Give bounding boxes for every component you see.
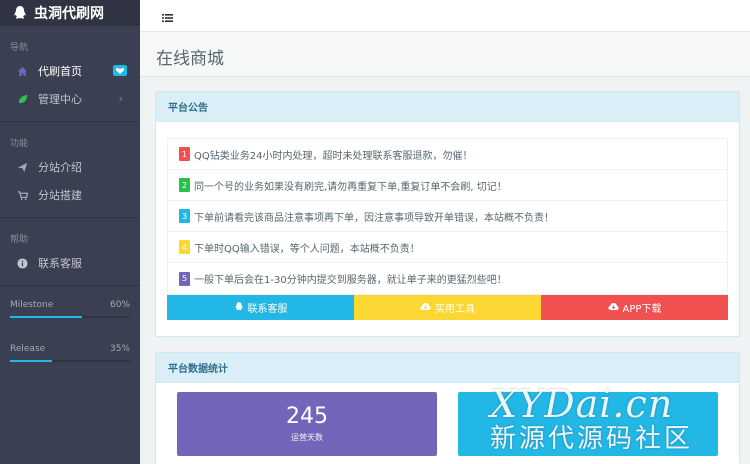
stat-card-secondary xyxy=(458,392,718,456)
number-badge: 5 xyxy=(179,271,190,286)
sidebar-item-home[interactable]: 代刷首页 xyxy=(0,57,140,85)
leaf-icon xyxy=(16,93,28,105)
list-item: 2 同一个号的业务如果没有刷完,请勿再重复下单,重复订单不会刷, 切记！ xyxy=(168,170,727,201)
contact-support-button[interactable]: 联系客服 xyxy=(167,295,354,320)
notice-text: 下单前请看完该商品注意事项再下单，因注意事项导致开单错误，本站概不负责！ xyxy=(194,212,554,224)
list-item: 4 下单时QQ输入错误，等个人问题，本站概不负责！ xyxy=(168,232,727,263)
notice-panel: 平台公告 1 QQ钻类业务24小时内处理，超时未处理联系客服退款，勿催！ 2 同… xyxy=(155,91,740,337)
progress-milestone: Milestone 60% xyxy=(0,300,140,318)
progress-release: Release 35% xyxy=(0,344,140,362)
notice-panel-title: 平台公告 xyxy=(156,92,739,122)
list-item: 5 一般下单后会在1-30分钟内提交到服务器，就让单子来的更猛烈些吧！ xyxy=(168,263,727,294)
cloud-download-icon xyxy=(607,302,619,314)
number-badge: 1 xyxy=(179,147,190,161)
top-header xyxy=(140,0,750,32)
help-section-label: 帮助 xyxy=(10,235,29,245)
list-item: 3 下单前请看完该商品注意事项再下单，因注意事项导致开单错误，本站概不负责！ xyxy=(168,201,727,232)
number-badge: 2 xyxy=(179,178,190,192)
home-icon xyxy=(16,65,28,77)
sidebar-item-label: 联系客服 xyxy=(38,257,82,270)
heart-badge-icon xyxy=(113,65,127,76)
progress-value: 60% xyxy=(109,300,130,310)
sidebar-item-admin[interactable]: 管理中心 › xyxy=(0,85,140,113)
progress-label: Milestone xyxy=(10,300,54,310)
number-badge: 4 xyxy=(179,240,190,254)
menu-icon[interactable] xyxy=(162,8,173,27)
button-label: APP下载 xyxy=(622,304,662,315)
qq-penguin-icon xyxy=(234,301,244,315)
sidebar-item-label: 分站搭建 xyxy=(38,189,82,202)
send-icon xyxy=(16,161,28,173)
sidebar-item-substation-intro[interactable]: 分站介绍 xyxy=(0,153,140,181)
number-badge: 3 xyxy=(179,209,190,223)
sidebar-item-substation-build[interactable]: 分站搭建 xyxy=(0,181,140,209)
notice-text: 下单时QQ输入错误，等个人问题，本站概不负责！ xyxy=(194,243,420,255)
progress-track xyxy=(10,316,130,318)
chevron-right-icon: › xyxy=(118,92,123,105)
stats-panel-title: 平台数据统计 xyxy=(156,353,739,383)
stat-label: 运营天数 xyxy=(291,433,323,442)
sidebar: 虫洞代刷网 导航 代刷首页 管理中心 › 功能 分站介绍 分站搭建 帮助 联系客… xyxy=(0,0,140,464)
app-download-button[interactable]: APP下载 xyxy=(541,295,728,320)
notice-list: 1 QQ钻类业务24小时内处理，超时未处理联系客服退款，勿催！ 2 同一个号的业… xyxy=(167,138,728,295)
nav-section-label: 导航 xyxy=(10,43,29,53)
sidebar-item-contact[interactable]: 联系客服 xyxy=(0,249,140,277)
progress-track xyxy=(10,360,130,362)
page-header: 在线商城 xyxy=(140,32,750,77)
info-icon xyxy=(16,257,28,269)
sidebar-item-label: 管理中心 xyxy=(38,93,82,106)
stat-card-days: 245 运营天数 xyxy=(177,392,437,456)
progress-fill xyxy=(10,316,82,318)
qq-penguin-icon xyxy=(12,5,28,21)
notice-text: 同一个号的业务如果没有刷完,请勿再重复下单,重复订单不会刷, 切记！ xyxy=(194,181,507,193)
brand[interactable]: 虫洞代刷网 xyxy=(0,0,140,26)
list-item: 1 QQ钻类业务24小时内处理，超时未处理联系客服退款，勿催！ xyxy=(168,139,727,170)
progress-fill xyxy=(10,360,52,362)
progress-label: Release xyxy=(10,344,46,354)
divider xyxy=(0,285,140,286)
stat-value: 245 xyxy=(286,404,328,429)
features-section-label: 功能 xyxy=(10,139,29,149)
cloud-download-icon xyxy=(420,302,431,314)
cart-icon xyxy=(16,189,28,201)
progress-value: 35% xyxy=(109,344,130,354)
brand-title: 虫洞代刷网 xyxy=(34,6,104,22)
button-label: 联系客服 xyxy=(247,304,288,315)
notice-text: QQ钻类业务24小时内处理，超时未处理联系客服退款，勿催！ xyxy=(194,150,473,162)
sidebar-item-label: 分站介绍 xyxy=(38,161,82,174)
action-buttons: 联系客服 实用工具 APP下载 xyxy=(167,295,728,320)
page-title: 在线商城 xyxy=(156,49,224,69)
sidebar-item-label: 代刷首页 xyxy=(38,65,82,78)
notice-text: 一般下单后会在1-30分钟内提交到服务器，就让单子来的更猛烈些吧！ xyxy=(194,275,507,286)
tools-button[interactable]: 实用工具 xyxy=(354,295,541,320)
button-label: 实用工具 xyxy=(435,304,475,315)
